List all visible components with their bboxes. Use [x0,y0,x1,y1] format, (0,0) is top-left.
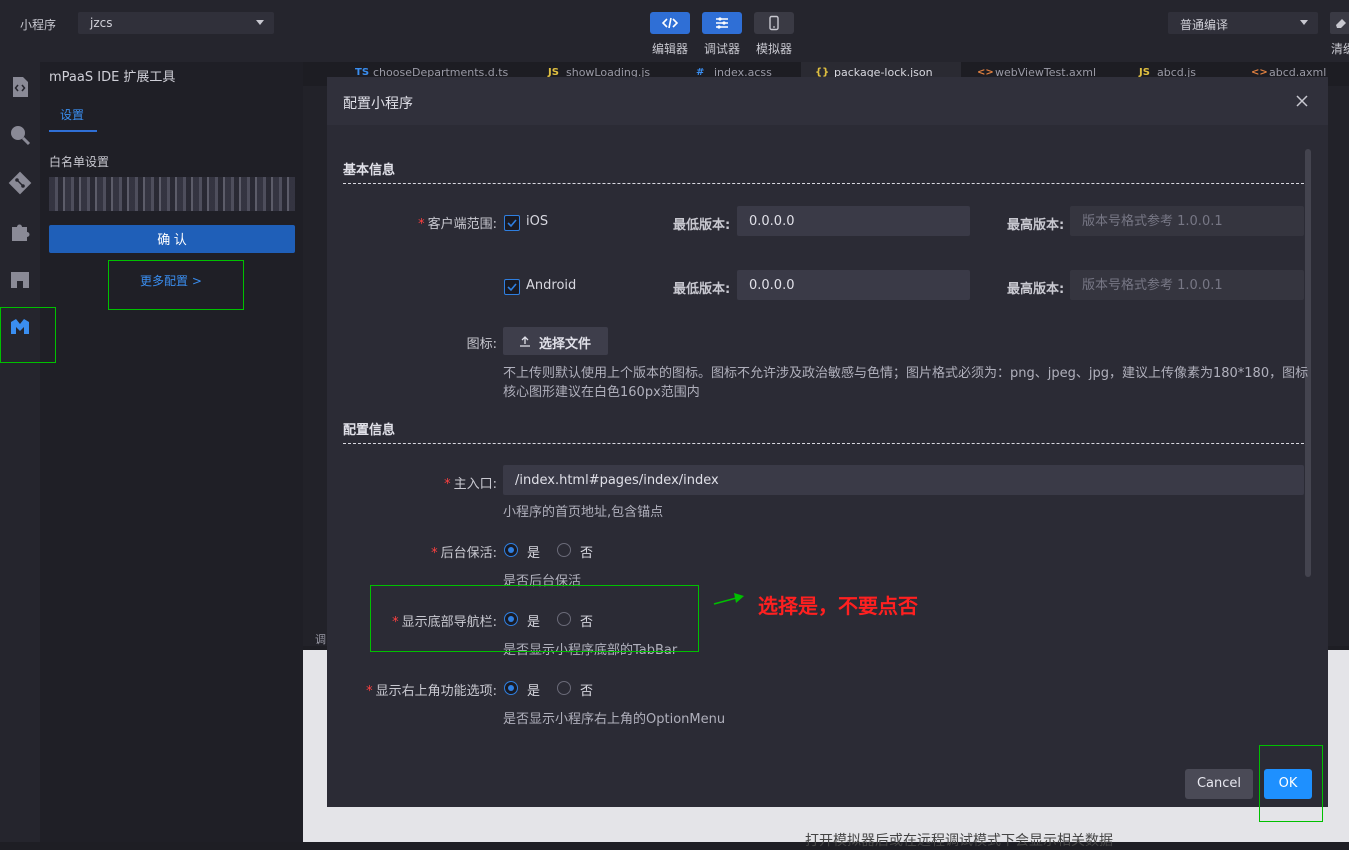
config-info-section-title: 配置信息 [343,423,396,438]
chevron-down-icon [256,20,264,25]
android-min-version-label: 最低版本: [673,282,731,297]
dialog-title: 配置小程序 [343,96,413,112]
whitelist-input[interactable] [49,177,295,211]
project-select-value: jzcs [90,16,113,30]
choose-file-label: 选择文件 [539,337,592,352]
sliders-icon [716,17,728,29]
more-config-highlight: 更多配置 > [108,260,244,310]
keepalive-yes-radio[interactable] [504,543,518,557]
cancel-button[interactable]: Cancel [1185,769,1253,799]
section-divider [343,443,1304,444]
ios-checkbox[interactable] [504,215,520,231]
debugger-toggle-button[interactable] [702,12,742,34]
section-divider [343,183,1304,184]
ios-min-version-input[interactable] [737,206,970,236]
more-config-link[interactable]: 更多配置 > [140,272,202,289]
icon-hint-line: 核心图形建议在白色160px范围内 [503,385,700,400]
keepalive-no-label: 否 [580,546,594,561]
keepalive-label: * 后台保活: [431,546,497,561]
simulator-toggle-button[interactable] [754,12,794,34]
compile-mode-value: 普通编译 [1180,18,1229,32]
clear-cache-label: 清缓 [1331,42,1349,56]
ios-min-version-label: 最低版本: [673,218,731,233]
ios-max-version-input[interactable] [1070,206,1304,236]
panel-title: mPaaS IDE 扩展工具 [49,70,176,85]
simulator-toggle-label: 模拟器 [755,42,792,56]
optionmenu-label: * 显示右上角功能选项: [366,684,497,699]
extensions-icon[interactable] [7,218,33,244]
check-icon [507,219,517,228]
dialog-scrollbar[interactable] [1305,149,1311,577]
keepalive-no-radio[interactable] [557,543,571,557]
active-tab-indicator [49,130,97,132]
optionmenu-hint: 是否显示小程序右上角的OptionMenu [503,712,726,727]
debugger-toggle-label: 调试器 [703,42,740,56]
git-icon[interactable] [7,170,33,196]
activity-bar [0,62,40,842]
android-label: Android [526,278,577,293]
debug-panel-label: 调 [315,633,326,646]
eraser-icon [1336,19,1346,28]
explorer-icon[interactable] [7,74,33,100]
dialog-header: 配置小程序 [327,77,1328,125]
side-panel: mPaaS IDE 扩展工具 设置 白名单设置 确 认 更多配置 > [40,62,303,842]
main-entry-hint: 小程序的首页地址,包含锚点 [503,505,664,520]
clear-cache-button[interactable] [1330,12,1349,34]
keepalive-yes-label: 是 [527,546,541,561]
main-entry-label: * 主入口: [444,477,497,492]
close-icon[interactable] [1292,91,1312,111]
icon-hint-line: 不上传则默认使用上个版本的图标。图标不允许涉及政治敏感与色情；图片格式必须为：p… [503,366,1309,381]
arrow-icon [713,593,744,605]
store-icon[interactable] [7,266,33,292]
upload-icon [520,336,530,347]
project-select[interactable]: jzcs [78,12,274,34]
optionmenu-no-label: 否 [580,684,594,699]
project-label: 小程序 [20,18,57,32]
confirm-button[interactable]: 确 认 [49,225,295,253]
compile-mode-select[interactable]: 普通编译 [1168,12,1318,34]
ios-max-version-label: 最高版本: [1007,218,1065,233]
choose-file-button[interactable]: 选择文件 [503,327,608,355]
check-icon [507,283,517,292]
tabbar-highlight-box [370,585,699,652]
optionmenu-no-radio[interactable] [557,681,571,695]
config-miniapp-dialog: 配置小程序 基本信息 *客户端范围: iOS 最低版本: 最高版本: Andro… [327,77,1328,807]
icon-label: 图标: [466,337,497,352]
optionmenu-yes-radio[interactable] [504,681,518,695]
mpaas-icon-highlight [0,307,56,363]
android-max-version-input[interactable] [1070,270,1304,300]
android-min-version-input[interactable] [737,270,970,300]
android-max-version-label: 最高版本: [1007,282,1065,297]
annotation-note: 选择是，不要点否 [758,594,918,618]
top-toolbar: 小程序 jzcs 编辑器 调试器 模拟器 普通编译 清缓 [0,0,1349,63]
ios-label: iOS [526,214,549,229]
editor-toggle-label: 编辑器 [651,42,688,56]
basic-info-section-title: 基本信息 [343,163,396,178]
android-checkbox[interactable] [504,279,520,295]
icon-hint: 不上传则默认使用上个版本的图标。图标不允许涉及政治敏感与色情；图片格式必须为：p… [503,364,1309,402]
main-entry-input[interactable] [503,465,1304,495]
ok-highlight-box [1259,745,1323,822]
phone-icon [769,15,779,31]
search-icon[interactable] [7,122,33,148]
client-range-label: * 客户端范围: [418,217,497,232]
code-icon [662,17,678,29]
tab-settings[interactable]: 设置 [60,106,84,123]
optionmenu-yes-label: 是 [527,684,541,699]
simulator-hint: 打开模拟器后或在远程调试模式下会显示相关数据 [805,833,1113,849]
chevron-down-icon [1300,20,1308,25]
editor-toggle-button[interactable] [650,12,690,34]
whitelist-section-title: 白名单设置 [49,155,110,169]
